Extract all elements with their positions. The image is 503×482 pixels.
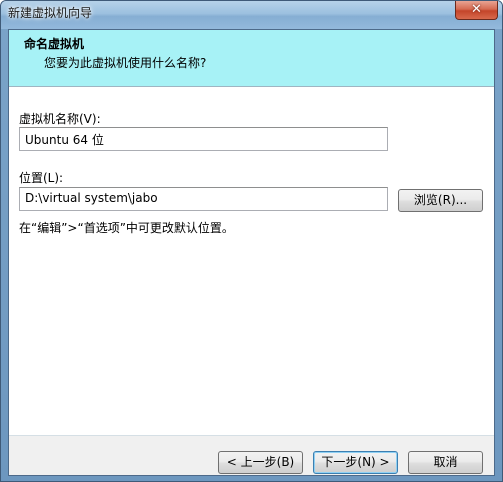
location-input[interactable]: D:\virtual system\jabo bbox=[19, 187, 388, 211]
page-title: 命名虚拟机 bbox=[24, 37, 85, 51]
title-bar[interactable]: 新建虚拟机向导 ✕ bbox=[1, 1, 502, 29]
location-hint: 在“编辑”>“首选项”中可更改默认位置。 bbox=[19, 221, 234, 235]
wizard-footer: < 上一步(B) 下一步(N) > 取消 bbox=[9, 436, 494, 475]
browse-button[interactable]: 浏览(R)... bbox=[398, 189, 483, 212]
wizard-window: 新建虚拟机向导 ✕ 命名虚拟机 您要为此虚拟机使用什么名称? 虚拟机名称(V):… bbox=[0, 0, 503, 482]
back-button[interactable]: < 上一步(B) bbox=[218, 451, 303, 474]
cancel-button[interactable]: 取消 bbox=[408, 451, 483, 474]
window-title: 新建虚拟机向导 bbox=[8, 6, 93, 20]
next-button[interactable]: 下一步(N) > bbox=[313, 451, 398, 474]
location-label: 位置(L): bbox=[19, 171, 64, 185]
wizard-header: 命名虚拟机 您要为此虚拟机使用什么名称? bbox=[9, 30, 494, 87]
vm-name-input[interactable]: Ubuntu 64 位 bbox=[19, 127, 388, 151]
close-button[interactable]: ✕ bbox=[455, 1, 498, 20]
close-icon: ✕ bbox=[471, 2, 482, 17]
wizard-content: 命名虚拟机 您要为此虚拟机使用什么名称? 虚拟机名称(V): Ubuntu 64… bbox=[8, 29, 495, 476]
page-subtitle: 您要为此虚拟机使用什么名称? bbox=[44, 56, 207, 70]
vm-name-label: 虚拟机名称(V): bbox=[19, 112, 101, 126]
